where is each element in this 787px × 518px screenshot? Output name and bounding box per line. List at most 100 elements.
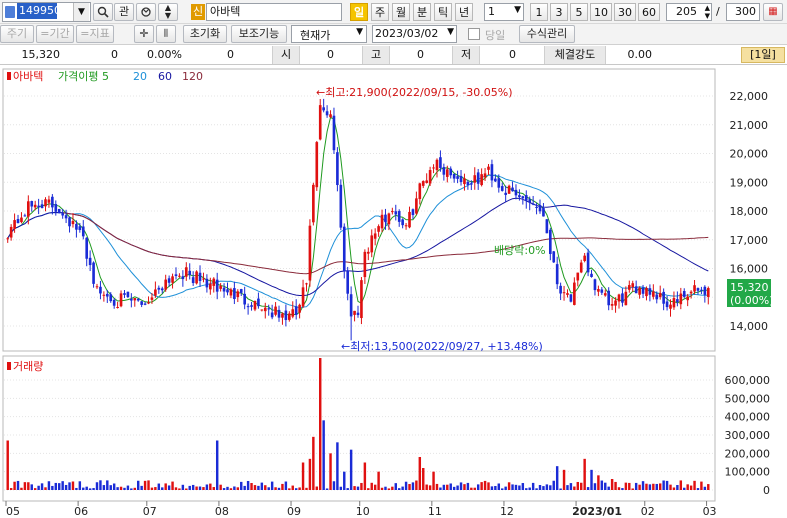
- volume-tick-label: 600,000: [725, 374, 771, 387]
- volume-bar: [54, 482, 58, 490]
- tab-indicator[interactable]: =지표: [76, 25, 114, 43]
- candle-body: [500, 186, 504, 191]
- candle-body: [363, 251, 367, 278]
- volume-bar: [246, 480, 250, 490]
- candle-body: [325, 111, 329, 116]
- volume-bar: [391, 486, 394, 490]
- candle-body: [597, 289, 600, 292]
- interval-select[interactable]: 1 ▼: [484, 3, 524, 21]
- volume-bar: [452, 486, 456, 490]
- volume-bar: [308, 458, 312, 490]
- tab-cycle[interactable]: 주기: [0, 25, 34, 43]
- volume-bar: [689, 485, 693, 490]
- period-tick[interactable]: 틱: [434, 3, 452, 21]
- period-month[interactable]: 월: [392, 3, 410, 21]
- price-type-value: 현재가: [300, 29, 331, 42]
- volume-bar: [373, 484, 377, 490]
- volume-bar: [483, 480, 487, 490]
- quick-interval-3[interactable]: 3: [550, 3, 568, 21]
- candle-body: [99, 286, 102, 294]
- volume-bar: [284, 481, 288, 490]
- volume-bar: [528, 487, 531, 490]
- quick-interval-1[interactable]: 1: [530, 3, 548, 21]
- volume-tick-label: 100,000: [725, 466, 771, 479]
- candle-body: [277, 309, 281, 318]
- candle-body: [339, 184, 343, 228]
- spin-updown-icon[interactable]: ▲ ▼: [705, 4, 710, 20]
- count-input[interactable]: 205 ▲ ▼: [666, 3, 712, 21]
- volume-bar: [75, 487, 78, 490]
- assist-button[interactable]: 보조기능: [231, 25, 287, 43]
- same-day-checkbox[interactable]: [468, 28, 480, 40]
- code-input[interactable]: 149950: [17, 3, 61, 19]
- volume-bar: [456, 485, 459, 490]
- candle-body: [44, 199, 47, 207]
- candle-body: [562, 292, 566, 294]
- volume-bar: [648, 484, 652, 490]
- volume-bar: [552, 480, 555, 490]
- candle-body: [243, 293, 246, 305]
- volume-bar: [521, 483, 525, 490]
- volume-bar: [634, 482, 638, 490]
- chart-area[interactable]: 22,000 21,000 20,000 19,000 18,000 17,000 16,0…: [0, 66, 787, 518]
- candle-body: [298, 304, 301, 313]
- spin-updown-icon[interactable]: ▲ ▼: [158, 3, 178, 21]
- candle-body: [61, 213, 64, 216]
- period-week[interactable]: 주: [371, 3, 389, 21]
- quick-interval-60[interactable]: 60: [638, 3, 660, 21]
- volume-bar: [435, 483, 439, 490]
- candle-body: [294, 306, 298, 315]
- candle-body: [524, 195, 528, 201]
- candle-body: [586, 252, 590, 273]
- candle-type-icon[interactable]: ⫼: [156, 25, 176, 43]
- sin-badge: 신: [191, 4, 205, 20]
- candle-body: [394, 211, 398, 215]
- volume-bar: [174, 487, 178, 490]
- candle-body: [239, 289, 243, 293]
- x-tick-label: 06: [74, 505, 88, 518]
- volume-bar: [590, 469, 593, 490]
- formula-button[interactable]: 수식관리: [519, 25, 575, 43]
- candle-body: [332, 115, 336, 151]
- volume-bar: [566, 485, 569, 490]
- quick-interval-10[interactable]: 10: [590, 3, 612, 21]
- search-button[interactable]: [93, 3, 113, 21]
- volume-bar: [30, 484, 33, 490]
- candle-body: [229, 289, 233, 296]
- candle-body: [518, 195, 521, 198]
- period-year[interactable]: 년: [455, 3, 473, 21]
- candle-body: [147, 302, 150, 304]
- quick-interval-30[interactable]: 30: [614, 3, 636, 21]
- volume-bar: [157, 483, 161, 490]
- count-value: 205: [676, 5, 697, 18]
- stock-name-field: 아바텍: [206, 3, 342, 21]
- period-day[interactable]: 일: [350, 3, 368, 21]
- init-button[interactable]: 초기화: [183, 25, 227, 43]
- settings-grid-icon[interactable]: ▦: [763, 3, 783, 21]
- stock-chart[interactable]: 22,000 21,000 20,000 19,000 18,000 17,000 16,0…: [0, 66, 787, 518]
- price-tick-label: 20,000: [730, 148, 769, 161]
- volume-bar: [607, 486, 610, 490]
- refresh-button[interactable]: [136, 3, 156, 21]
- period-minute[interactable]: 분: [413, 3, 431, 21]
- candle-body: [442, 167, 446, 175]
- candle-body: [521, 196, 525, 199]
- date-picker[interactable]: 2023/03/02 ▼: [372, 25, 457, 43]
- volume-bar: [356, 486, 360, 490]
- volume-bar: [68, 482, 71, 490]
- candle-body: [700, 289, 703, 291]
- tab-period[interactable]: =기간: [36, 25, 74, 43]
- volume-bar: [679, 480, 683, 490]
- volume-bar: [171, 481, 174, 490]
- volume-bar: [312, 436, 315, 490]
- crosshair-icon[interactable]: ✛: [134, 25, 154, 43]
- volume-bar: [325, 488, 329, 490]
- code-dropdown-button[interactable]: ▼: [73, 3, 89, 21]
- gwan-button[interactable]: 관: [114, 3, 134, 21]
- quick-interval-5[interactable]: 5: [570, 3, 588, 21]
- candle-body: [95, 286, 99, 288]
- candle-body: [634, 286, 638, 294]
- x-tick-label: 09: [287, 505, 301, 518]
- price-type-select[interactable]: 현재가 ▼: [291, 25, 367, 43]
- high-label: 고: [362, 46, 390, 64]
